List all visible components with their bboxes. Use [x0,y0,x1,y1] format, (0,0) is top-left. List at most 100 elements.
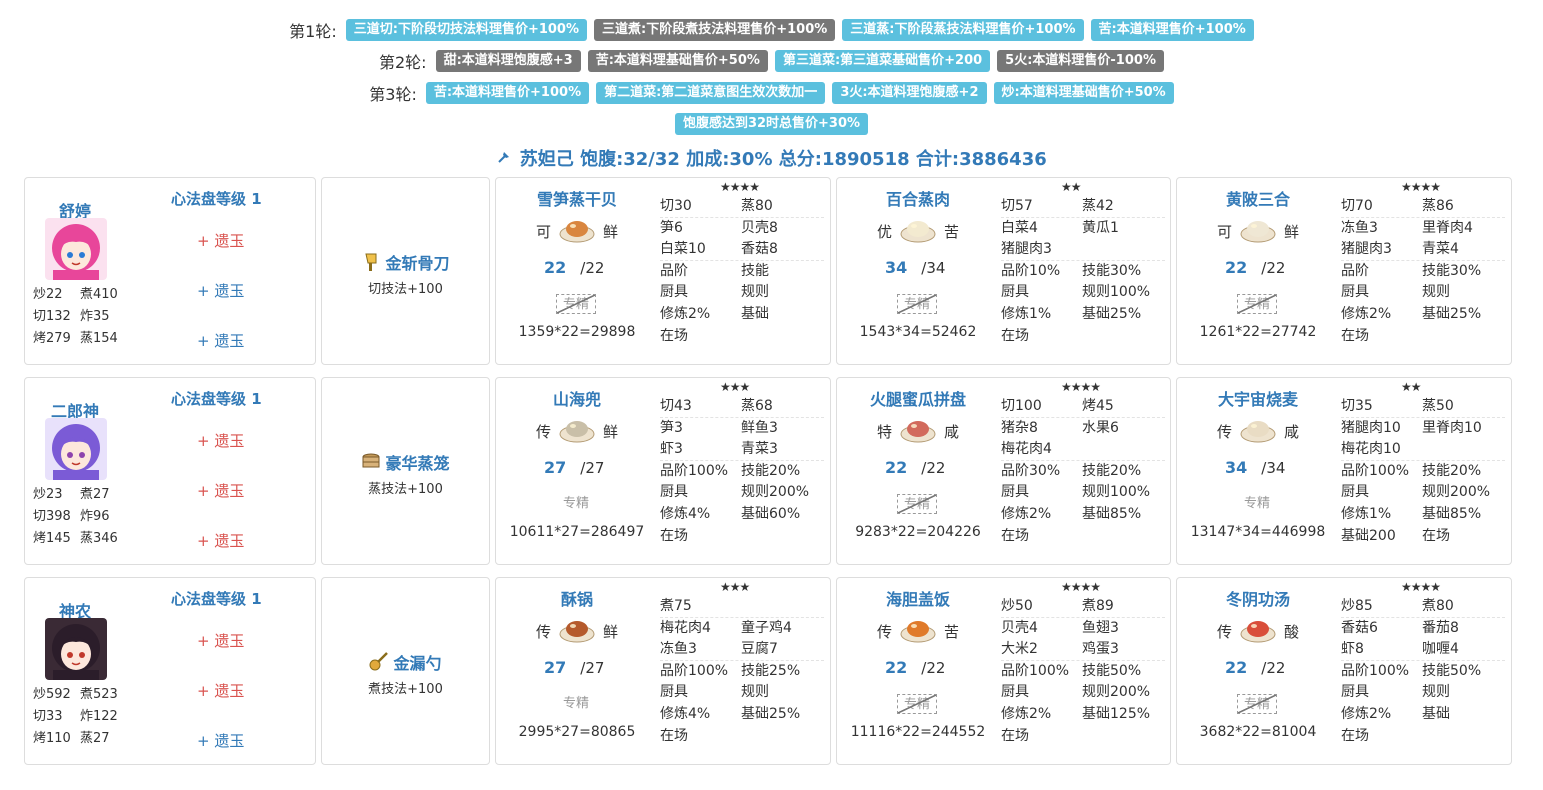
dish-card[interactable]: 大宇宙烧麦传咸 34/34 专精 13147*34=446998 ★★ 切35 蒸50 猪腿肉… [1176,377,1512,565]
detail-cell: 基础25% [741,705,801,722]
relic-slot-button[interactable]: + 遗玉 [197,730,244,751]
zhuanjing-badge[interactable]: 专精 [556,294,596,314]
equip-name: 金漏勺 [322,650,489,676]
relic-slot-button[interactable]: + 遗玉 [197,430,244,451]
relic-slot-button[interactable]: + 遗玉 [197,480,244,501]
dish-card[interactable]: 海胆盖饭传苦 22/22 专精 11116*22=244552 ★★★★ 炒50 煮89 贝壳… [836,577,1171,765]
dish-quantity: 22/22 [885,458,945,477]
quantity-value[interactable]: 27 [544,658,566,677]
detail-row: 品阶10% 技能30% [1001,261,1165,283]
zhuanjing-badge[interactable]: 专精 [897,294,937,314]
chef-stats: 炒23 煮27 切398 炸96 烤145 蒸346 [33,484,143,550]
relic-slot-button[interactable]: + 遗玉 [197,680,244,701]
dish-taste: 鲜 [1284,222,1300,241]
summary-line: 苏妲己 饱腹:32/32 加成:30% 总分:1890518 合计:388643… [0,145,1543,171]
quantity-value[interactable]: 22 [1225,258,1247,277]
detail-row: 厨具 规则100% [1001,282,1165,304]
detail-row: 炒50 煮89 [1001,596,1165,618]
dish-card[interactable]: 冬阴功汤传酸 22/22 专精 3682*22=81004 ★★★★ 炒85 煮80 香菇6 番… [1176,577,1512,765]
dish-card[interactable]: 火腿蜜瓜拼盘特咸 22/22 专精 9283*22=204226 ★★★★ 切100 烤45… [836,377,1171,565]
dish-plate-icon [1240,414,1276,448]
quantity-value[interactable]: 34 [1225,458,1247,477]
detail-row: 切35 蒸50 [1341,396,1505,418]
dish-card[interactable]: 山海兜传鲜 27/27 专精 10611*27=286497 ★★★ 切43 蒸68 笋3 鲜鱼… [495,377,831,565]
detail-cell: 规则 [741,284,769,301]
xinfa-level[interactable]: 心法盘等级 1 [171,588,262,609]
round-effect-tag: 炒:本道料理基础售价+50% [993,82,1174,104]
stat-row: 炒22 煮410 [33,284,143,306]
detail-cell: 香菇6 [1341,619,1378,636]
detail-row: 修炼1% 基础25% [1001,304,1165,326]
detail-cell: 咖喱4 [1422,641,1459,658]
zhuanjing-badge[interactable]: 专精 [1237,694,1277,714]
zhuanjing-badge[interactable]: 专精 [897,494,937,514]
quantity-value[interactable]: 27 [544,458,566,477]
detail-cell: 技能20% [741,462,801,479]
zhuanjing-badge[interactable]: 专精 [1237,494,1277,514]
star-rating: ★★★★ [1061,380,1101,394]
detail-row: 切57 蒸42 [1001,196,1165,218]
equip-skill: 切技法+100 [368,282,443,297]
dish-card[interactable]: 酥锅传鲜 27/27 专精 2995*27=80865 ★★★ 煮75 梅花肉4 童子鸡4 冻鱼… [495,577,831,765]
dish-total: 1543*34=52462 [859,324,977,340]
chef-card: 神农 心法盘等级 1 炒592 煮523 切33 炸122 烤110 蒸27 + 遗玉 + 遗玉 +… [24,577,316,765]
detail-cell: 厨具 [1341,484,1369,501]
zhuanjing-badge[interactable]: 专精 [897,694,937,714]
equip-skill: 蒸技法+100 [368,482,443,497]
detail-row: 白菜10 香菇8 [660,239,824,261]
relic-slot-button[interactable]: + 遗玉 [197,630,244,651]
dish-grade: 传 [535,422,551,441]
stat-value: 烤279 [33,331,71,346]
detail-row: 在场 [660,726,824,748]
xinfa-level[interactable]: 心法盘等级 1 [171,188,262,209]
detail-row: 品阶100% 技能50% [1001,661,1165,683]
relic-slot-button[interactable]: + 遗玉 [197,330,244,351]
detail-cell: 规则100% [1082,484,1151,501]
dish-card[interactable]: 百合蒸肉优苦 34/34 专精 1543*34=52462 ★★ 切57 蒸42 白菜4 黄瓜1… [836,177,1171,365]
relic-slot-button[interactable]: + 遗玉 [197,280,244,301]
quantity-value[interactable]: 22 [544,258,566,277]
dish-grade: 优 [876,222,892,241]
detail-cell: 基础125% [1082,705,1151,722]
quantity-value[interactable]: 34 [885,258,907,277]
quantity-value[interactable]: 22 [885,458,907,477]
dish-card[interactable]: 雪笋蒸干贝可鲜 22/22 专精 1359*22=29898 ★★★★ 切30 蒸80 笋6 贝… [495,177,831,365]
quantity-value[interactable]: 22 [1225,658,1247,677]
relic-slot-button[interactable]: + 遗玉 [197,530,244,551]
detail-cell: 厨具 [1001,684,1029,701]
dish-grade: 传 [1216,422,1232,441]
detail-cell: 规则 [1422,284,1450,301]
stat-value: 蒸27 [80,731,110,746]
stat-row: 切398 炸96 [33,506,143,528]
detail-cell: 鸡蛋3 [1082,641,1119,658]
detail-cell: 梅花肉10 [1341,441,1401,458]
detail-cell: 品阶100% [1341,462,1410,479]
dish-plate-icon [559,614,595,648]
relic-slot-button[interactable]: + 遗玉 [197,230,244,251]
equip-card[interactable]: 豪华蒸笼 蒸技法+100 [321,377,490,565]
detail-row: 厨具 规则 [660,682,824,704]
dish-card[interactable]: 黄陂三合可鲜 22/22 专精 1261*22=27742 ★★★★ 切70 蒸86 冻鱼3 里… [1176,177,1512,365]
detail-cell [741,726,822,748]
equip-card[interactable]: 金斩骨刀 切技法+100 [321,177,490,365]
xinfa-level[interactable]: 心法盘等级 1 [171,388,262,409]
zhuanjing-badge[interactable]: 专精 [556,494,596,514]
avatar [45,618,107,680]
equip-card[interactable]: 金漏勺 煮技法+100 [321,577,490,765]
detail-cell: 厨具 [1001,284,1029,301]
detail-row: 在场 [660,526,824,548]
detail-cell: 规则 [741,684,769,701]
detail-row: 虾3 青菜3 [660,439,824,461]
dish-grade-taste: 传苦 [837,614,999,648]
stat-value: 切33 [33,709,63,724]
zhuanjing-badge[interactable]: 专精 [1237,294,1277,314]
chef-card: 舒婷 心法盘等级 1 炒22 煮410 切132 炸35 烤279 蒸154 + 遗玉 + 遗玉 +… [24,177,316,365]
dish-plate-icon [559,414,595,448]
zhuanjing-badge[interactable]: 专精 [556,694,596,714]
detail-row: 香菇6 番茄8 [1341,618,1505,640]
round-effect-tag: 甜:本道料理饱腹感+3 [435,50,581,72]
stat-value: 炒22 [33,287,63,302]
quantity-value[interactable]: 22 [885,658,907,677]
detail-cell: 基础85% [1422,505,1482,522]
detail-cell: 修炼2% [1341,705,1392,722]
